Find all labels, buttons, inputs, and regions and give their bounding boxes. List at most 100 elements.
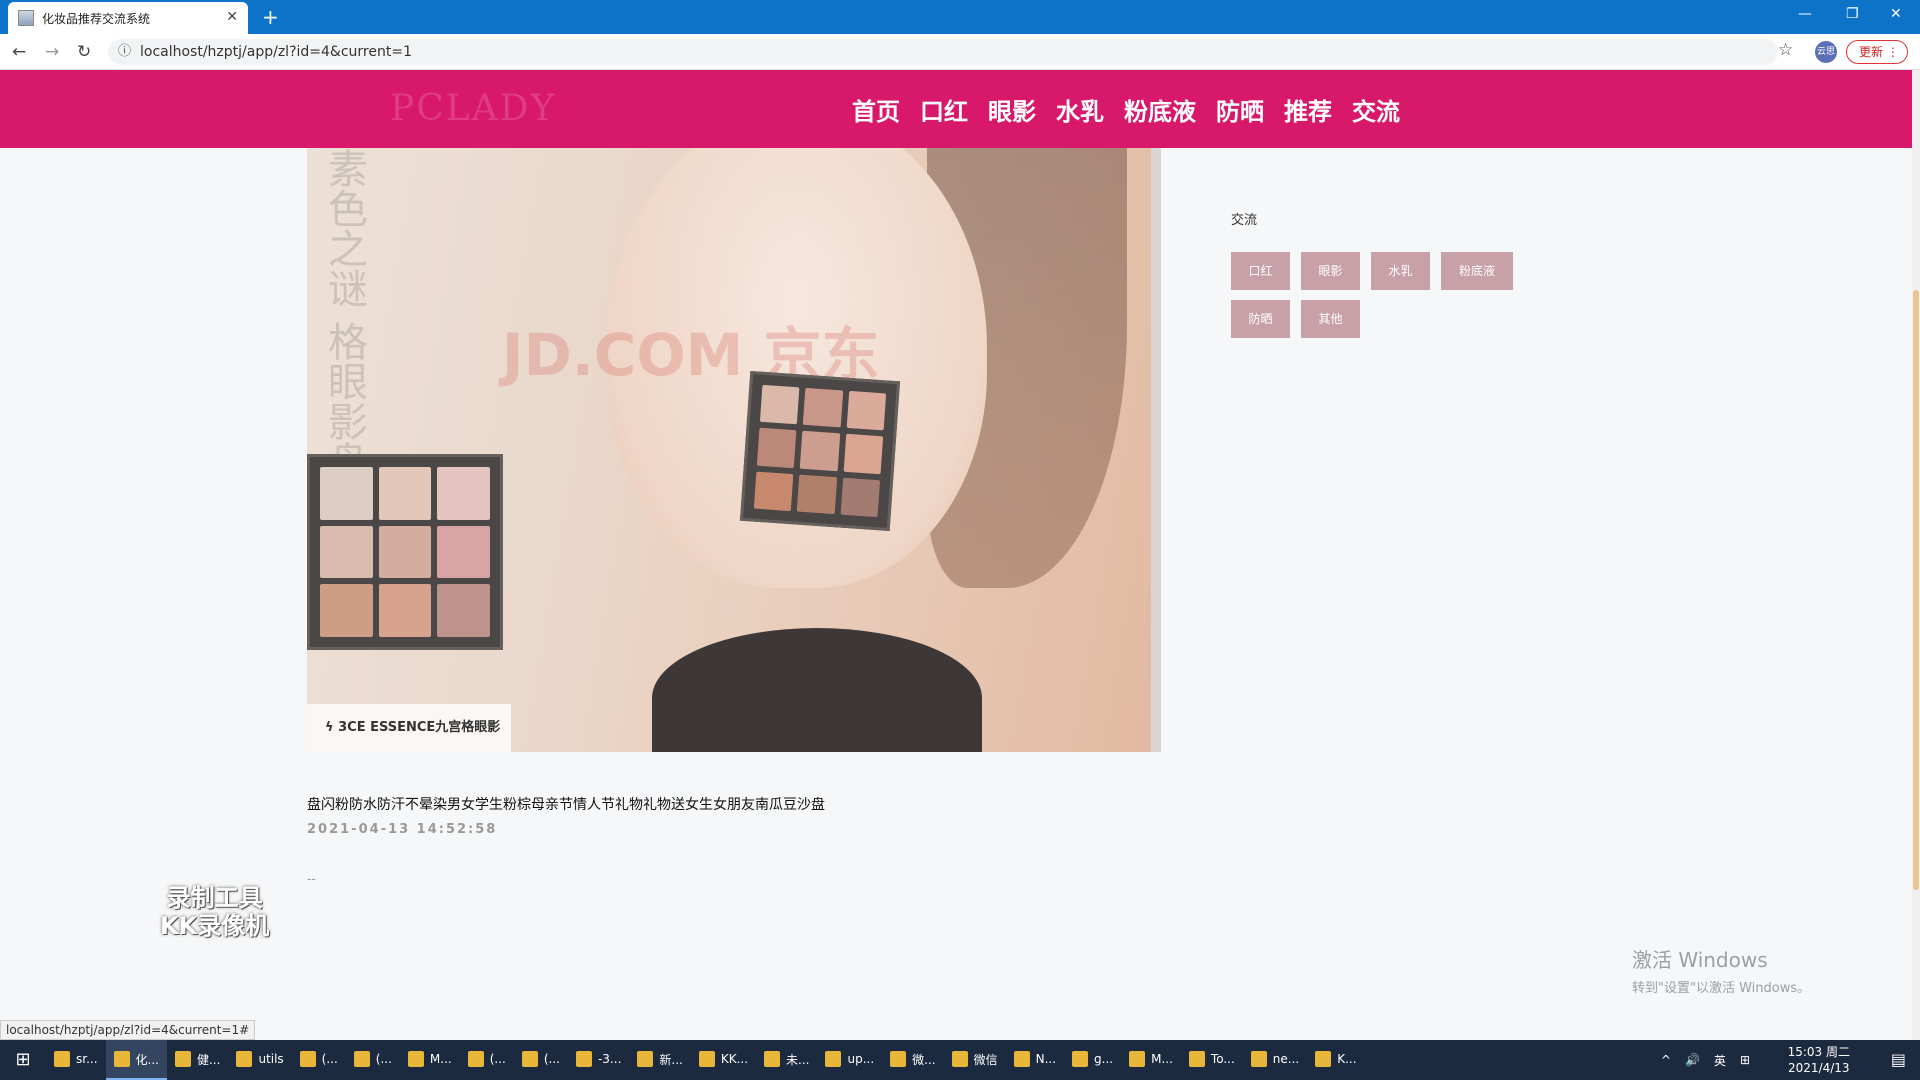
bookmark-star-icon[interactable]: ☆ <box>1778 40 1793 60</box>
tag-lotion[interactable]: 水乳 <box>1371 252 1430 290</box>
tab-title: 化妆品推荐交流系统 <box>42 11 151 26</box>
taskbar-item[interactable]: 微... <box>882 1040 943 1080</box>
hero-caption-text: 3CE ESSENCE九宫格眼影 <box>338 720 501 735</box>
taskbar-item[interactable]: (... <box>292 1040 346 1080</box>
taskbar-item[interactable]: utils <box>228 1040 291 1080</box>
tag-sunscreen[interactable]: 防晒 <box>1231 300 1290 338</box>
site-header: PCLADY 首页 口红 眼影 水乳 粉底液 防晒 推荐 交流 <box>0 70 1912 148</box>
url-input[interactable]: ⓘ localhost/hzptj/app/zl?id=4&current=1 <box>108 39 1778 65</box>
tray-lang[interactable]: 英 <box>1714 1052 1726 1069</box>
windows-start-icon[interactable]: ⊞ <box>0 1040 46 1080</box>
scrollbar-thumb[interactable] <box>1913 290 1919 890</box>
sidebar-title: 交流 <box>1231 213 1258 228</box>
tag-eyeshadow[interactable]: 眼影 <box>1301 252 1360 290</box>
site-info-icon[interactable]: ⓘ <box>118 39 131 65</box>
taskbar-item[interactable]: 未... <box>756 1040 817 1080</box>
browser-tab[interactable]: 化妆品推荐交流系统 ✕ <box>8 2 248 34</box>
taskbar-item[interactable]: 新... <box>629 1040 690 1080</box>
taskbar-item-label: g... <box>1094 1052 1114 1066</box>
nav-lipstick[interactable]: 口红 <box>920 92 968 127</box>
update-button[interactable]: 更新 ⋮ <box>1846 40 1908 64</box>
hero-side-text: 素色之谜 格眼影盘 <box>321 148 367 481</box>
windows-taskbar: ⊞ sr... 化... 健... utils (... (... M... (... (...… <box>0 1040 1920 1080</box>
taskbar-item[interactable]: 健... <box>167 1040 228 1080</box>
recorder-line2: KK录像机 <box>160 912 270 940</box>
taskbar-item-label: 未... <box>786 1052 810 1067</box>
app-icon <box>1250 1051 1267 1067</box>
taskbar-item[interactable]: 化... <box>105 1040 167 1080</box>
taskbar-item-label: To... <box>1210 1052 1235 1066</box>
taskbar-item[interactable]: sr... <box>46 1040 106 1080</box>
taskbar-item[interactable]: M... <box>400 1040 460 1080</box>
reload-icon[interactable]: ↻ <box>77 42 91 62</box>
clock-date: 2021/4/13 <box>1788 1061 1850 1075</box>
eyeshadow-palette-large <box>307 454 503 650</box>
article-date: 2021-04-13 14:52:58 <box>307 822 498 837</box>
taskbar-item[interactable]: up... <box>817 1040 882 1080</box>
taskbar-item[interactable]: (... <box>460 1040 514 1080</box>
taskbar-item-label: -3... <box>597 1052 622 1066</box>
app-icon <box>521 1051 538 1067</box>
taskbar-item[interactable]: M... <box>1121 1040 1181 1080</box>
taskbar-item-label: utils <box>258 1052 284 1066</box>
link-status-bar: localhost/hzptj/app/zl?id=4&current=1# <box>0 1020 256 1040</box>
ime-grid-icon[interactable]: ⊞ <box>1740 1053 1750 1067</box>
taskbar-item[interactable]: (... <box>514 1040 568 1080</box>
page-favicon-icon <box>18 10 34 26</box>
window-close-icon[interactable]: ✕ <box>1890 6 1902 22</box>
app-icon <box>1072 1051 1089 1067</box>
taskbar-item[interactable]: KK... <box>691 1040 756 1080</box>
taskbar-clock[interactable]: 15:03 周二 2021/4/13 <box>1788 1044 1850 1076</box>
taskbar-item-label: (... <box>321 1052 338 1066</box>
update-label: 更新 <box>1859 45 1884 59</box>
clock-time: 15:03 周二 <box>1787 1045 1850 1059</box>
tag-foundation[interactable]: 粉底液 <box>1441 252 1513 290</box>
product-hero-image[interactable]: 素色之谜 格眼影盘 JD.COM 京东 <box>307 148 1161 752</box>
recorder-line1: 录制工具 <box>166 884 263 912</box>
minimize-icon[interactable]: — <box>1798 6 1812 22</box>
taskbar-item[interactable]: ne... <box>1243 1040 1307 1080</box>
tag-other[interactable]: 其他 <box>1301 300 1360 338</box>
app-icon <box>174 1051 191 1067</box>
nav-eyeshadow[interactable]: 眼影 <box>988 92 1036 127</box>
taskbar-item-label: (... <box>375 1052 392 1066</box>
back-icon[interactable]: ← <box>12 42 26 62</box>
app-icon <box>1315 1051 1332 1067</box>
app-icon <box>764 1051 781 1067</box>
taskbar-item-label: 化... <box>135 1052 159 1067</box>
taskbar-item[interactable]: N... <box>1006 1040 1064 1080</box>
taskbar-item[interactable]: To... <box>1181 1040 1243 1080</box>
system-tray: ^ 🔊 英 ⊞ <box>1661 1040 1750 1080</box>
nav-foundation[interactable]: 粉底液 <box>1124 92 1196 127</box>
taskbar-item[interactable]: K... <box>1307 1040 1364 1080</box>
nav-community[interactable]: 交流 <box>1352 92 1400 127</box>
nav-lotion[interactable]: 水乳 <box>1056 92 1104 127</box>
taskbar-item[interactable]: (... <box>346 1040 400 1080</box>
notification-icon[interactable]: ▤ <box>1891 1050 1906 1069</box>
tray-expand-icon[interactable]: ^ <box>1661 1053 1671 1067</box>
taskbar-item[interactable]: g... <box>1064 1040 1121 1080</box>
app-icon <box>637 1051 654 1067</box>
hero-caption: ϟ 3CE ESSENCE九宫格眼影 <box>307 704 511 752</box>
nav-sunscreen[interactable]: 防晒 <box>1216 92 1264 127</box>
tab-close-icon[interactable]: ✕ <box>226 9 238 25</box>
tag-lipstick[interactable]: 口红 <box>1231 252 1290 290</box>
nav-home[interactable]: 首页 <box>852 92 900 127</box>
taskbar-item-label: M... <box>429 1052 452 1066</box>
nav-recommend[interactable]: 推荐 <box>1284 92 1332 127</box>
app-icon <box>54 1051 70 1067</box>
restore-icon[interactable]: ❐ <box>1846 6 1859 22</box>
app-icon <box>467 1051 484 1067</box>
app-icon <box>951 1051 968 1067</box>
hero-dress <box>652 628 982 752</box>
site-logo[interactable]: PCLADY <box>390 88 556 129</box>
taskbar-item[interactable]: 微信 <box>944 1040 1006 1080</box>
activate-line2: 转到"设置"以激活 Windows。 <box>1632 981 1811 996</box>
taskbar-item-label: N... <box>1035 1052 1057 1066</box>
forward-icon[interactable]: → <box>45 42 59 62</box>
volume-icon[interactable]: 🔊 <box>1685 1053 1700 1067</box>
new-tab-button[interactable]: + <box>262 5 279 29</box>
profile-avatar[interactable]: 云思 <box>1815 41 1837 63</box>
app-icon <box>113 1051 130 1067</box>
taskbar-item[interactable]: -3... <box>568 1040 629 1080</box>
